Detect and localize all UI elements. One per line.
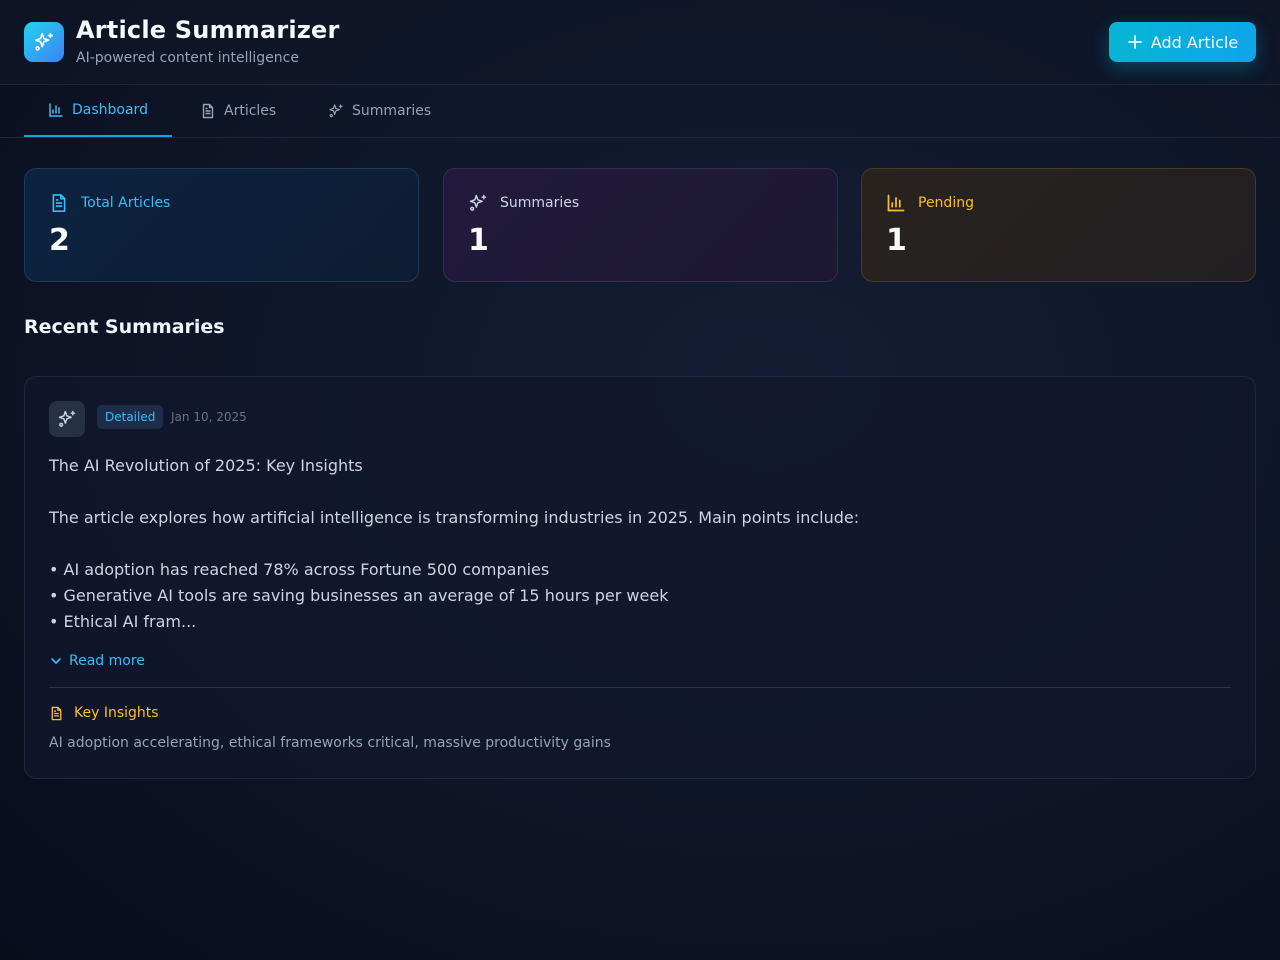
summary-line: • AI adoption has reached 78% across For… xyxy=(49,560,550,579)
key-insights-header: Key Insights xyxy=(49,705,159,721)
file-text-icon xyxy=(202,103,214,119)
stat-card-summaries: Summaries 1 xyxy=(443,168,838,282)
read-more-link[interactable]: Read more xyxy=(49,653,145,669)
summary-card: Detailed Jan 10, 2025 The AI Revolution … xyxy=(24,376,1256,779)
tab-dashboard-label: Dashboard xyxy=(72,102,148,118)
stat-card-pending: Pending 1 xyxy=(861,168,1256,282)
stat-label: Summaries xyxy=(500,195,580,211)
read-more-label: Read more xyxy=(69,653,145,669)
tab-bar: Dashboard Articles Summaries xyxy=(0,85,1280,138)
file-text-icon xyxy=(52,194,66,212)
app-subtitle: AI-powered content intelligence xyxy=(76,50,299,66)
card-icon xyxy=(49,401,85,437)
app-title: Article Summarizer xyxy=(76,16,340,44)
stat-label: Total Articles xyxy=(81,195,171,211)
bar-chart-icon xyxy=(887,194,905,212)
sparkles-icon xyxy=(469,194,487,211)
summary-line xyxy=(49,479,1229,505)
bar-chart-icon xyxy=(49,103,63,117)
summary-line: The article explores how artificial inte… xyxy=(49,508,860,527)
stat-value: 1 xyxy=(468,223,489,258)
summary-date: Jan 10, 2025 xyxy=(171,410,247,424)
app-logo xyxy=(24,22,64,62)
sparkles-icon xyxy=(329,104,343,118)
summary-line: • Generative AI tools are saving busines… xyxy=(49,586,669,605)
chevron-down-icon xyxy=(51,658,61,664)
stat-value: 2 xyxy=(49,223,70,258)
sparkles-icon xyxy=(34,32,54,51)
section-title: Recent Summaries xyxy=(24,316,225,338)
stat-card-total-articles: Total Articles 2 xyxy=(24,168,419,282)
tab-summaries-label: Summaries xyxy=(352,103,432,119)
summary-line xyxy=(49,531,1229,557)
stat-label: Pending xyxy=(918,195,974,211)
app-header: Article Summarizer AI-powered content in… xyxy=(0,0,1280,85)
plus-icon xyxy=(1127,35,1142,49)
summary-type-badge: Detailed xyxy=(97,405,164,429)
stat-value: 1 xyxy=(886,223,907,258)
key-insights-text: AI adoption accelerating, ethical framew… xyxy=(49,735,611,751)
tab-articles[interactable]: Articles xyxy=(200,85,276,137)
summary-text: The AI Revolution of 2025: Key Insights … xyxy=(49,453,1229,635)
divider xyxy=(49,687,1231,688)
summary-line: The AI Revolution of 2025: Key Insights xyxy=(49,456,363,475)
summary-line: • Ethical AI fram... xyxy=(49,612,197,631)
tab-summaries[interactable]: Summaries xyxy=(328,85,431,137)
tab-dashboard[interactable]: Dashboard xyxy=(24,85,172,137)
file-text-icon xyxy=(51,706,62,720)
key-insights-label: Key Insights xyxy=(74,705,159,721)
tab-articles-label: Articles xyxy=(224,103,277,119)
add-article-label: Add Article xyxy=(1150,32,1239,52)
sparkles-icon xyxy=(58,410,76,427)
add-article-button[interactable]: Add Article xyxy=(1109,22,1256,62)
